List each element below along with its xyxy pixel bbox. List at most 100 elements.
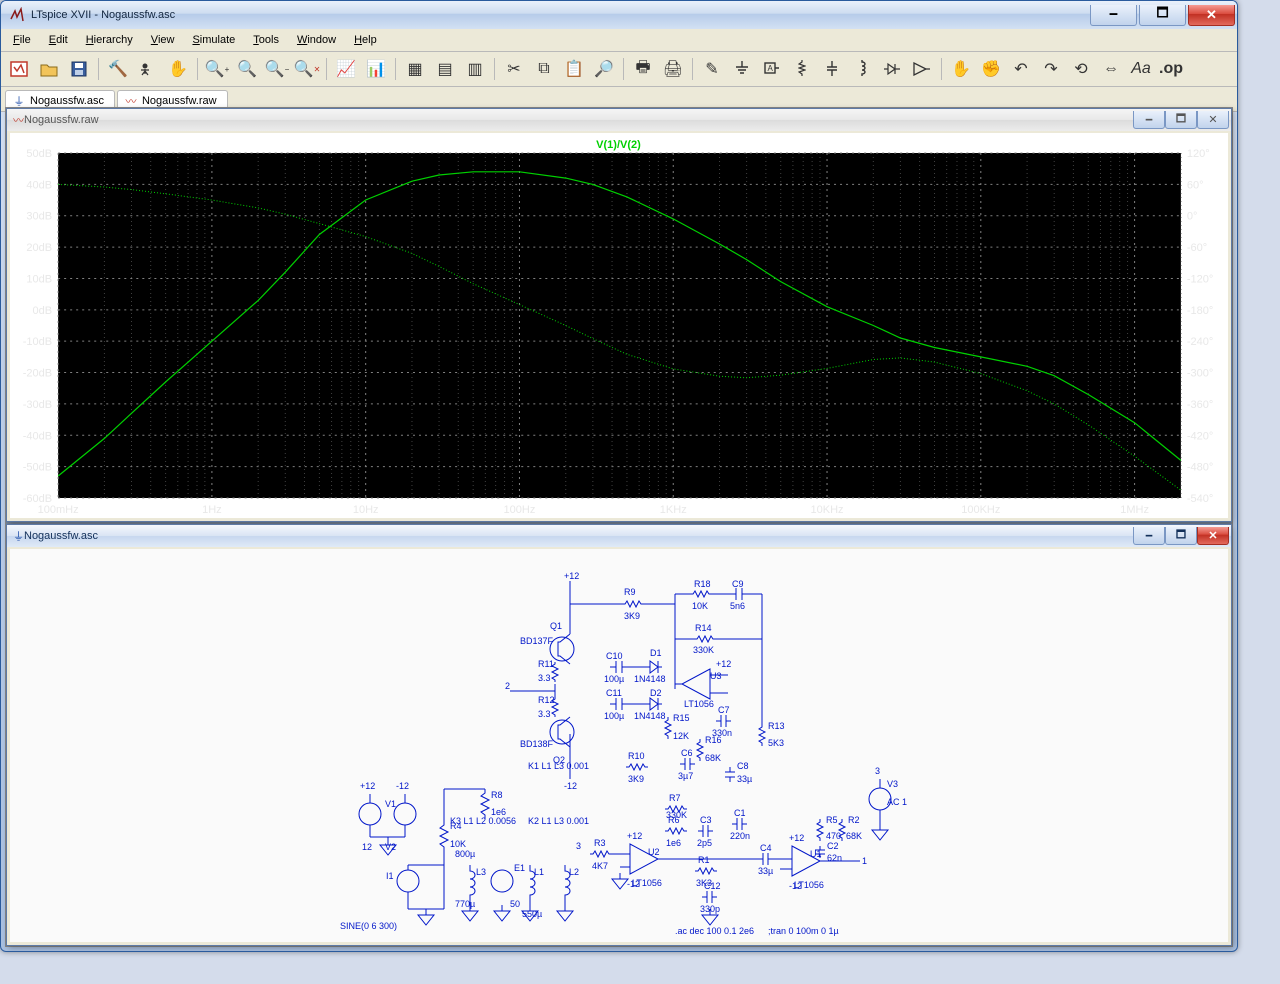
menu-simulate[interactable]: Simulate (184, 32, 243, 48)
comp-e1[interactable]: E1 50 (491, 863, 525, 909)
plot-close-button[interactable]: ✕ (1197, 111, 1229, 129)
plot-max-button[interactable]: 🗖 (1165, 111, 1197, 129)
comp-c1[interactable]: C1 220n (730, 808, 750, 841)
net-out1[interactable]: 1 (862, 856, 867, 866)
comp-c11[interactable]: C11 100µ (604, 688, 628, 721)
menu-help[interactable]: Help (346, 32, 385, 48)
schem-close-button[interactable]: ✕ (1197, 527, 1229, 545)
open-button[interactable] (35, 56, 63, 82)
comp-i1[interactable]: I1 SINE(0 6 300) (340, 851, 444, 931)
comp-r16[interactable]: R16 68K (697, 735, 722, 763)
copy-button[interactable]: ⧉ (530, 56, 558, 82)
comp-c3[interactable]: C3 2p5 (697, 815, 713, 848)
settings-button[interactable]: 📊 (362, 56, 390, 82)
paste-button[interactable]: 📋 (560, 56, 588, 82)
menu-file[interactable]: File (5, 32, 39, 48)
comp-c6[interactable]: C6 3µ7 (678, 748, 695, 781)
autorange-button[interactable]: 📈 (332, 56, 360, 82)
halt-button[interactable]: ✋ (164, 56, 192, 82)
net-node3[interactable]: 3 (576, 841, 581, 851)
net-plus12-top[interactable]: +12 (564, 571, 579, 581)
control-panel-button[interactable]: 🔨 (104, 56, 132, 82)
minimize-button[interactable]: 🗕 (1090, 5, 1137, 26)
comp-l3[interactable]: L3 770µ 800µ (455, 849, 486, 909)
comp-q2[interactable]: BD138F Q2 (520, 717, 574, 765)
gnd-v3[interactable] (872, 824, 888, 840)
plot-title-bar[interactable]: 〰 Nogaussfw.raw 🗕 🗖 ✕ (7, 109, 1231, 131)
comp-r3[interactable]: R3 4K7 (590, 838, 612, 871)
new-schematic-button[interactable] (5, 56, 33, 82)
cascade-button[interactable]: ▤ (431, 56, 459, 82)
move-button[interactable]: ✋ (947, 56, 975, 82)
net-minus12-bot[interactable]: -12 (564, 781, 577, 791)
close-all-button[interactable]: ▥ (461, 56, 489, 82)
undo-button[interactable]: ↶ (1007, 56, 1035, 82)
capacitor-button[interactable] (818, 56, 846, 82)
title-bar[interactable]: LTspice XVII - Nogaussfw.asc 🗕 🗖 ✕ (1, 1, 1237, 29)
comp-r11[interactable]: R11 3.3 (538, 659, 558, 683)
schem-max-button[interactable]: 🗖 (1165, 527, 1197, 545)
comp-r2[interactable]: R2 68K (839, 815, 862, 841)
find-button[interactable]: 🔎 (590, 56, 618, 82)
net-out2[interactable]: 2 (505, 681, 510, 691)
comp-r13[interactable]: R13 5K3 (759, 721, 785, 748)
comp-u1[interactable]: U1 LT1056 +12 -12 (773, 833, 860, 891)
mirror-button[interactable]: ⇔ (1097, 56, 1125, 82)
comp-r14[interactable]: R14 330K (693, 623, 716, 655)
comp-c9[interactable]: C9 5n6 (730, 579, 748, 611)
comp-v3[interactable]: V3 AC 1 3 (869, 766, 907, 824)
label-net-button[interactable]: A (758, 56, 786, 82)
comp-r8[interactable]: R8 1e6 (481, 789, 506, 819)
menu-window[interactable]: Window (289, 32, 344, 48)
zoom-in-button[interactable]: 🔍+ (203, 56, 231, 82)
comp-r18[interactable]: R18 10K (690, 579, 712, 611)
dir-tran[interactable]: ;tran 0 100m 0 1µ (768, 926, 839, 936)
draw-wire-button[interactable]: ✎ (698, 56, 726, 82)
zoom-out-button[interactable]: 🔍− (263, 56, 291, 82)
comp-q1[interactable]: Q1 BD137F (520, 609, 574, 664)
run-button[interactable] (134, 56, 162, 82)
resistor-button[interactable] (788, 56, 816, 82)
drag-button[interactable]: ✊ (977, 56, 1005, 82)
comp-c7[interactable]: C7 330n (712, 705, 732, 738)
comp-r5[interactable]: R5 470 (817, 815, 841, 841)
save-button[interactable] (65, 56, 93, 82)
comp-c8[interactable]: C8 33µ (725, 761, 752, 784)
close-button[interactable]: ✕ (1188, 5, 1235, 26)
pan-button[interactable]: 🔍 (233, 56, 261, 82)
comp-r12[interactable]: R12 3.3 (538, 695, 558, 719)
dir-k3[interactable]: K3 L1 L2 0.0056 (450, 816, 516, 826)
maximize-button[interactable]: 🗖 (1139, 5, 1186, 26)
print-button[interactable]: 🖶 (629, 56, 657, 82)
menu-hierarchy[interactable]: Hierarchy (78, 32, 141, 48)
zoom-fit-button[interactable]: 🔍✕ (293, 56, 321, 82)
comp-r10[interactable]: R10 3K9 (626, 751, 648, 784)
comp-u3[interactable]: U3 LT1056 +12 (675, 659, 731, 709)
comp-r7[interactable]: R7 330K (665, 793, 687, 820)
gnd-bunch[interactable] (462, 873, 718, 925)
redo-button[interactable]: ↷ (1037, 56, 1065, 82)
schem-min-button[interactable]: 🗕 (1133, 527, 1165, 545)
gnd-i1[interactable] (408, 909, 444, 925)
diode-button[interactable] (878, 56, 906, 82)
cut-button[interactable]: ✂ (500, 56, 528, 82)
dir-ac[interactable]: .ac dec 100 0.1 2e6 (675, 926, 754, 936)
component-button[interactable] (908, 56, 936, 82)
schematic-canvas[interactable]: +12 V1 12 -12 V2 (10, 549, 1228, 942)
print-setup-button[interactable]: 🖨 (659, 56, 687, 82)
comp-c10[interactable]: C10 100µ (604, 651, 628, 684)
tile-button[interactable]: ▦ (401, 56, 429, 82)
ground-button[interactable] (728, 56, 756, 82)
inductor-button[interactable] (848, 56, 876, 82)
schem-title-bar[interactable]: ⏚ Nogaussfw.asc 🗕 🗖 ✕ (7, 525, 1231, 547)
text-button[interactable]: Aa (1127, 56, 1155, 82)
trace-label[interactable]: V(1)/V(2) (596, 139, 641, 151)
menu-edit[interactable]: Edit (41, 32, 76, 48)
plot-min-button[interactable]: 🗕 (1133, 111, 1165, 129)
comp-l2[interactable]: L2 (565, 865, 579, 905)
menu-view[interactable]: View (143, 32, 183, 48)
comp-v2[interactable]: -12 V2 (385, 781, 416, 852)
comp-r15[interactable]: R15 12K (665, 713, 690, 741)
comp-d1[interactable]: D1 1N4148 (634, 648, 666, 684)
rotate-button[interactable]: ⟲ (1067, 56, 1095, 82)
